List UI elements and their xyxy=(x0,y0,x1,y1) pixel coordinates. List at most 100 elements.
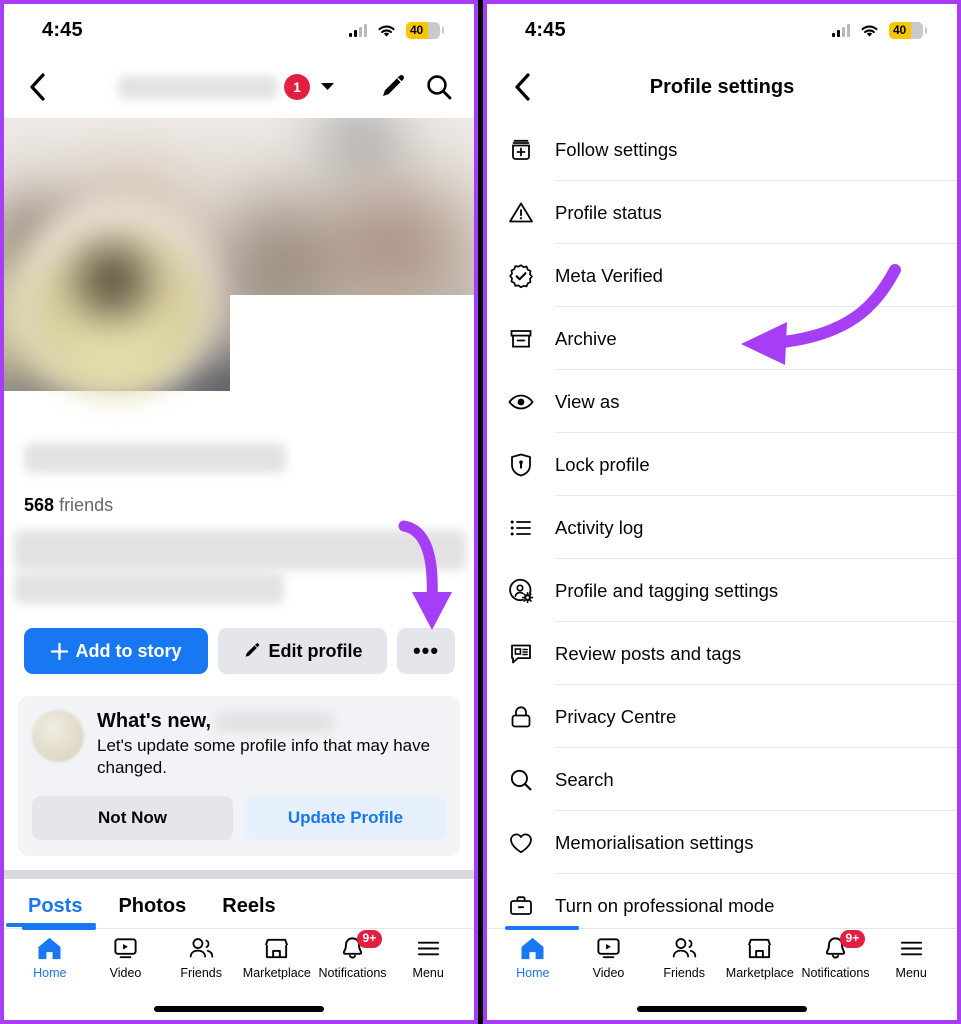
status-bar-indicators: 40 xyxy=(349,21,444,39)
bottom-nav-notifications[interactable]: 9+ Notifications xyxy=(798,930,874,995)
tab-reels[interactable]: Reels xyxy=(222,895,275,918)
settings-item-review-posts-and-tags[interactable]: Review posts and tags xyxy=(507,622,957,685)
active-tab-indicator xyxy=(505,926,579,930)
notifications-badge: 9+ xyxy=(356,930,383,948)
profile-bio-redacted-line-1 xyxy=(14,530,466,570)
bottom-nav-items: Home Video Friends Marketplace 9+ Notifi… xyxy=(4,929,474,995)
settings-item-privacy-centre[interactable]: Privacy Centre xyxy=(507,685,957,748)
settings-item-lock-profile[interactable]: Lock profile xyxy=(507,433,957,496)
settings-item-label: Memorialisation settings xyxy=(555,831,754,853)
screenshot-stage: 4:45 40 1 568 friends Add to story Edit … xyxy=(0,0,961,1024)
settings-navbar: Profile settings xyxy=(487,56,957,118)
briefcase-icon xyxy=(507,892,555,920)
settings-item-activity-log[interactable]: Activity log xyxy=(507,496,957,559)
bottom-nav-home[interactable]: Home xyxy=(495,935,571,995)
add-to-story-label: Add to story xyxy=(75,640,182,661)
settings-item-profile-and-tagging[interactable]: Profile and tagging settings xyxy=(507,559,957,622)
edit-pencil-button[interactable] xyxy=(376,70,410,104)
not-now-button[interactable]: Not Now xyxy=(32,795,233,840)
bottom-nav-marketplace[interactable]: Marketplace xyxy=(722,935,798,995)
wifi-icon xyxy=(861,24,878,37)
left-phone-screen: 4:45 40 1 568 friends Add to story Edit … xyxy=(4,4,474,1020)
edit-profile-button[interactable]: Edit profile xyxy=(218,628,387,674)
verified-badge-icon xyxy=(507,262,555,290)
tab-photos[interactable]: Photos xyxy=(118,895,186,918)
settings-item-label: Archive xyxy=(555,327,617,349)
profile-settings-list: Follow settings Profile status Meta Veri… xyxy=(487,118,957,937)
right-status-bar: 4:45 40 xyxy=(487,4,957,56)
bottom-nav-friends[interactable]: Friends xyxy=(646,935,722,995)
settings-item-archive[interactable]: Archive xyxy=(507,307,957,370)
review-chat-icon xyxy=(507,640,555,668)
profile-display-name-redacted xyxy=(24,443,286,473)
settings-item-label: Turn on professional mode xyxy=(555,894,775,916)
friends-count: 568 xyxy=(24,495,55,515)
settings-item-memorialisation-settings[interactable]: Memorialisation settings xyxy=(507,811,957,874)
profile-action-buttons: Add to story Edit profile ••• xyxy=(24,628,455,674)
card-avatar xyxy=(32,710,84,762)
edit-profile-label: Edit profile xyxy=(268,640,363,661)
whats-new-card-top: What's new, Let's update some profile in… xyxy=(32,710,446,780)
settings-item-label: Activity log xyxy=(555,516,644,538)
section-divider xyxy=(4,869,474,879)
battery-indicator: 40 xyxy=(406,21,444,39)
caret-down-icon[interactable] xyxy=(320,78,335,96)
follow-settings-icon xyxy=(507,136,555,164)
shield-lock-icon xyxy=(507,451,555,479)
page-title: Profile settings xyxy=(649,75,795,98)
settings-item-label: Profile and tagging settings xyxy=(555,579,779,601)
settings-item-label: View as xyxy=(555,390,620,412)
back-button[interactable] xyxy=(22,72,52,102)
notification-count-badge: 1 xyxy=(284,74,310,100)
right-phone-screen: 4:45 40 Profile settings Follow settings… xyxy=(487,4,957,1020)
profile-name-redacted xyxy=(118,75,278,99)
settings-item-meta-verified[interactable]: Meta Verified xyxy=(507,244,957,307)
profile-content-tabs: Posts Photos Reels xyxy=(4,879,474,930)
bottom-nav-home[interactable]: Home xyxy=(12,935,88,995)
update-profile-button[interactable]: Update Profile xyxy=(245,795,446,840)
bottom-nav-video[interactable]: Video xyxy=(88,935,164,995)
battery-level-label: 40 xyxy=(893,23,906,37)
bottom-nav-menu[interactable]: Menu xyxy=(390,935,466,995)
bottom-nav-items: Home Video Friends Marketplace 9+ Notifi… xyxy=(487,929,957,995)
bottom-nav-marketplace[interactable]: Marketplace xyxy=(239,935,315,995)
add-to-story-button[interactable]: Add to story xyxy=(24,628,208,674)
bottom-nav-notifications-label: Notifications xyxy=(318,966,387,980)
status-bar-time: 4:45 xyxy=(42,18,83,41)
bottom-nav-friends-label: Friends xyxy=(663,966,706,980)
wifi-icon xyxy=(378,24,395,37)
bottom-nav-menu-label: Menu xyxy=(412,966,444,980)
bottom-nav-home-label: Home xyxy=(516,966,550,980)
settings-item-label: Meta Verified xyxy=(555,264,663,286)
search-button[interactable] xyxy=(422,70,456,104)
bottom-nav-friends[interactable]: Friends xyxy=(163,935,239,995)
settings-item-profile-status[interactable]: Profile status xyxy=(507,181,957,244)
cellular-icon xyxy=(832,23,850,37)
bottom-nav-menu[interactable]: Menu xyxy=(873,935,949,995)
settings-item-search[interactable]: Search xyxy=(507,748,957,811)
profile-gear-icon xyxy=(507,577,555,605)
settings-item-follow-settings[interactable]: Follow settings xyxy=(507,118,957,181)
settings-item-view-as[interactable]: View as xyxy=(507,370,957,433)
left-profile-navbar: 1 xyxy=(4,56,474,118)
bottom-nav-marketplace-label: Marketplace xyxy=(242,966,311,980)
cover-photo-white-edge xyxy=(229,295,474,391)
friends-label: friends xyxy=(59,495,114,515)
plus-icon xyxy=(50,642,68,660)
notifications-badge: 9+ xyxy=(839,930,866,948)
archive-box-icon xyxy=(507,325,555,353)
avatar[interactable] xyxy=(16,200,216,400)
bottom-nav-notifications[interactable]: 9+ Notifications xyxy=(315,930,391,995)
bottom-nav-menu-label: Menu xyxy=(895,966,927,980)
friends-count-line[interactable]: 568 friends xyxy=(24,495,454,516)
bottom-nav-notifications-label: Notifications xyxy=(801,966,870,980)
more-options-button[interactable]: ••• xyxy=(397,628,455,674)
bottom-nav-video[interactable]: Video xyxy=(571,935,647,995)
back-button[interactable] xyxy=(507,72,537,102)
left-phone-frame: 4:45 40 1 568 friends Add to story Edit … xyxy=(0,0,478,1024)
pencil-icon xyxy=(245,643,259,657)
whats-new-card: What's new, Let's update some profile in… xyxy=(18,696,460,856)
bottom-nav-video-label: Video xyxy=(109,966,142,980)
whats-new-text: What's new, Let's update some profile in… xyxy=(97,710,446,780)
tab-posts[interactable]: Posts xyxy=(5,880,100,930)
